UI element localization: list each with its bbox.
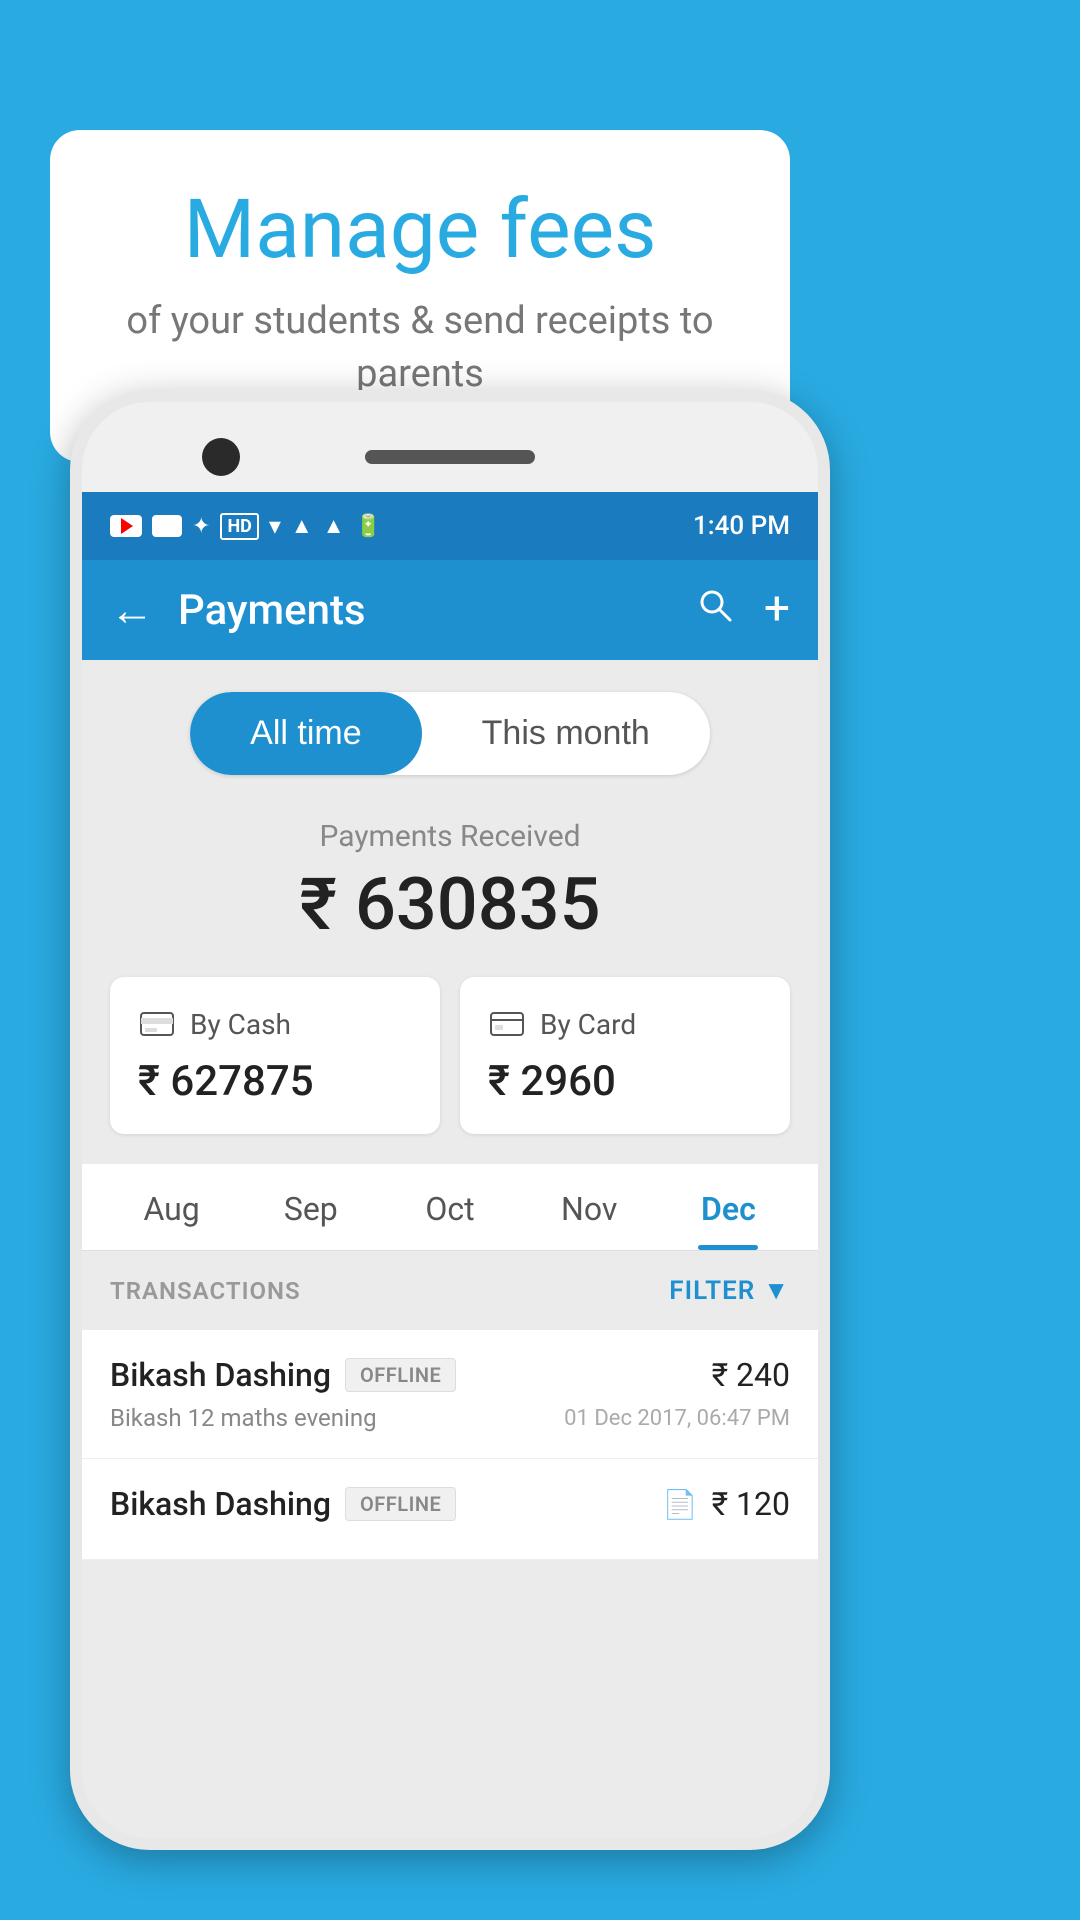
- bluetooth-icon: ✦: [192, 514, 210, 539]
- tab-dec[interactable]: Dec: [659, 1164, 798, 1250]
- back-button[interactable]: ←: [110, 584, 154, 636]
- app-toolbar: ← Payments +: [82, 560, 818, 660]
- wifi-icon: ▾: [269, 512, 281, 540]
- tab-aug[interactable]: Aug: [102, 1164, 241, 1250]
- payment-cards: By Cash ₹ 627875 By C: [82, 977, 818, 1164]
- segment-control: All time This month: [190, 692, 710, 775]
- month-tabs: Aug Sep Oct Nov Dec: [82, 1164, 818, 1251]
- transaction-amount-2: ₹ 120: [712, 1485, 790, 1523]
- card-type-label: By Card: [540, 1008, 636, 1041]
- offline-badge-1: OFFLINE: [345, 1358, 456, 1392]
- card-icon: [488, 1005, 526, 1043]
- youtube-icon: [110, 515, 142, 537]
- filter-icon: ▼: [763, 1275, 790, 1306]
- phone-inner: ✦ HD ▾ ▲ ▲ 🔋 1:40 PM ← Payments: [82, 402, 818, 1838]
- transaction-name-1: Bikash Dashing: [110, 1356, 331, 1394]
- camera-dot: [202, 438, 240, 476]
- phone-frame: ✦ HD ▾ ▲ ▲ 🔋 1:40 PM ← Payments: [70, 390, 830, 1850]
- cash-icon: [138, 1005, 176, 1043]
- transaction-item-2[interactable]: Bikash Dashing OFFLINE 📄 ₹ 120: [82, 1459, 818, 1560]
- payments-summary: Payments Received ₹ 630835: [82, 799, 818, 977]
- add-button[interactable]: +: [764, 586, 790, 634]
- app-icon: [152, 515, 182, 537]
- toolbar-actions: +: [696, 586, 790, 634]
- card-payment-header: By Card: [488, 1005, 762, 1043]
- signal2-icon: ▲: [323, 513, 345, 539]
- transaction-row1-2: Bikash Dashing OFFLINE 📄 ₹ 120: [110, 1485, 790, 1523]
- battery-icon: 🔋: [354, 514, 381, 539]
- speaker-grille: [365, 450, 535, 464]
- transactions-label: TRANSACTIONS: [110, 1277, 301, 1305]
- transaction-name-group-2: Bikash Dashing OFFLINE: [110, 1485, 456, 1523]
- transaction-desc-1: Bikash 12 maths evening: [110, 1404, 377, 1432]
- card-payment-card: By Card ₹ 2960: [460, 977, 790, 1134]
- segment-container: All time This month: [82, 660, 818, 799]
- doc-icon-2: 📄: [663, 1488, 698, 1521]
- cash-card-header: By Cash: [138, 1005, 412, 1043]
- all-time-tab[interactable]: All time: [190, 692, 421, 775]
- transaction-name-2: Bikash Dashing: [110, 1485, 331, 1523]
- offline-badge-2: OFFLINE: [345, 1487, 456, 1521]
- card-amount: ₹ 2960: [488, 1057, 762, 1106]
- app-content: All time This month Payments Received ₹ …: [82, 660, 818, 1838]
- transaction-date-1: 01 Dec 2017, 06:47 PM: [564, 1406, 790, 1431]
- transaction-row1-1: Bikash Dashing OFFLINE ₹ 240: [110, 1356, 790, 1394]
- search-button[interactable]: [696, 586, 734, 634]
- hd-badge: HD: [220, 513, 258, 540]
- filter-button[interactable]: FILTER ▼: [669, 1275, 790, 1306]
- tab-oct[interactable]: Oct: [380, 1164, 519, 1250]
- filter-label: FILTER: [669, 1276, 755, 1306]
- tab-sep[interactable]: Sep: [241, 1164, 380, 1250]
- status-bar: ✦ HD ▾ ▲ ▲ 🔋 1:40 PM: [82, 492, 818, 560]
- cash-amount: ₹ 627875: [138, 1057, 412, 1106]
- tab-nov[interactable]: Nov: [520, 1164, 659, 1250]
- toolbar-title: Payments: [178, 586, 696, 635]
- this-month-tab[interactable]: This month: [422, 692, 710, 775]
- cash-type-label: By Cash: [190, 1008, 291, 1041]
- payments-amount: ₹ 630835: [82, 862, 818, 947]
- transaction-amount-group-2: 📄 ₹ 120: [663, 1485, 790, 1523]
- bubble-subtitle: of your students & send receipts to pare…: [110, 295, 730, 401]
- bubble-title: Manage fees: [110, 185, 730, 275]
- payments-received-label: Payments Received: [82, 819, 818, 854]
- cash-card: By Cash ₹ 627875: [110, 977, 440, 1134]
- transaction-item-1[interactable]: Bikash Dashing OFFLINE ₹ 240 Bikash 12 m…: [82, 1330, 818, 1459]
- transaction-row2-1: Bikash 12 maths evening 01 Dec 2017, 06:…: [110, 1404, 790, 1432]
- transaction-name-group-1: Bikash Dashing OFFLINE: [110, 1356, 456, 1394]
- status-time: 1:40 PM: [693, 511, 790, 541]
- transactions-header: TRANSACTIONS FILTER ▼: [82, 1251, 818, 1330]
- status-icons: ✦ HD ▾ ▲ ▲ 🔋: [110, 512, 382, 540]
- transaction-amount-1: ₹ 240: [712, 1356, 790, 1394]
- signal-icon: ▲: [291, 513, 313, 539]
